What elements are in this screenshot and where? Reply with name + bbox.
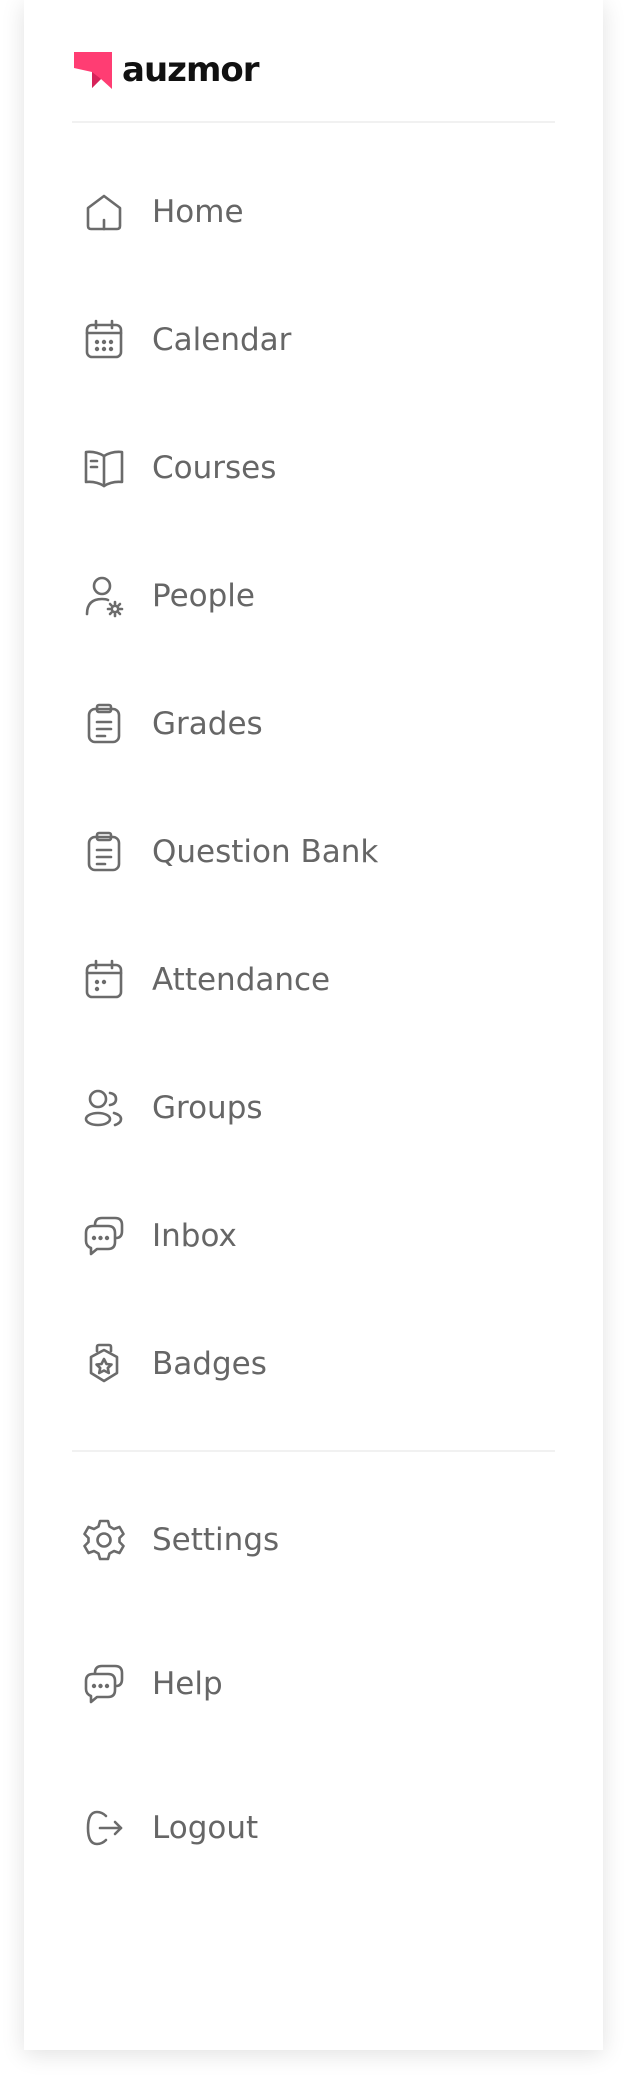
book-open-icon [80, 444, 128, 492]
nav-label-grades: Grades [152, 706, 263, 742]
badge-icon [80, 1340, 128, 1388]
footer-divider [72, 1450, 555, 1452]
clipboard-icon [80, 700, 128, 748]
nav-label-question-bank: Question Bank [152, 834, 379, 870]
nav-label-groups: Groups [152, 1090, 263, 1126]
nav-label-badges: Badges [152, 1346, 267, 1382]
nav-label-inbox: Inbox [152, 1218, 237, 1254]
nav-item-settings[interactable]: Settings [24, 1504, 603, 1576]
nav-item-inbox[interactable]: Inbox [24, 1200, 603, 1272]
nav-item-logout[interactable]: Logout [24, 1792, 603, 1864]
nav-label-logout: Logout [152, 1810, 259, 1846]
auzmor-logo-mark-icon [74, 52, 112, 89]
nav-item-calendar[interactable]: Calendar [24, 304, 603, 376]
brand-logo[interactable]: auzmor [72, 48, 259, 92]
clipboard-icon [80, 828, 128, 876]
nav-item-grades[interactable]: Grades [24, 688, 603, 760]
sidebar: auzmor Home Calendar Courses People Grad… [24, 0, 603, 2050]
nav-label-settings: Settings [152, 1522, 280, 1558]
calendar-check-icon [80, 956, 128, 1004]
brand-name: auzmor [122, 50, 259, 90]
nav-item-courses[interactable]: Courses [24, 432, 603, 504]
nav-item-attendance[interactable]: Attendance [24, 944, 603, 1016]
nav-item-people[interactable]: People [24, 560, 603, 632]
nav-label-people: People [152, 578, 255, 614]
nav-label-attendance: Attendance [152, 962, 331, 998]
home-icon [80, 188, 128, 236]
logout-icon [80, 1804, 128, 1852]
nav-label-calendar: Calendar [152, 322, 292, 358]
nav-label-courses: Courses [152, 450, 277, 486]
nav-label-home: Home [152, 194, 244, 230]
gear-icon [80, 1516, 128, 1564]
chat-bubbles-icon [80, 1660, 128, 1708]
calendar-icon [80, 316, 128, 364]
nav-item-home[interactable]: Home [24, 176, 603, 248]
nav-item-help[interactable]: Help [24, 1648, 603, 1720]
users-icon [80, 1084, 128, 1132]
nav-label-help: Help [152, 1666, 223, 1702]
user-gear-icon [80, 572, 128, 620]
nav-item-question-bank[interactable]: Question Bank [24, 816, 603, 888]
nav-item-groups[interactable]: Groups [24, 1072, 603, 1144]
chat-bubbles-icon [80, 1212, 128, 1260]
header-divider [72, 121, 555, 123]
nav-item-badges[interactable]: Badges [24, 1328, 603, 1400]
